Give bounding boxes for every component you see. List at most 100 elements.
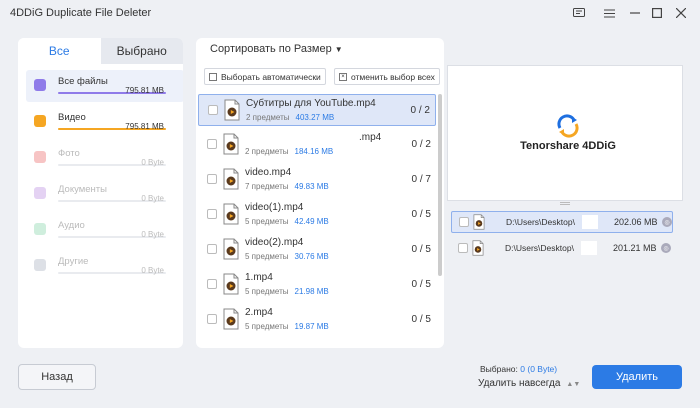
category-size: 0 Byte	[141, 158, 164, 167]
tab-all[interactable]: Все	[18, 38, 101, 64]
category-name: Фото	[58, 148, 80, 159]
auto-select-button[interactable]: Выборать автоматически	[204, 68, 326, 85]
selected-ratio: 0 / 5	[411, 314, 431, 325]
file-list-scrollbar[interactable]	[438, 94, 442, 276]
category-panel: Все Выбрано Все файлы 795.81 MB Видео 795.8…	[18, 38, 183, 348]
photo-icon	[34, 151, 46, 163]
location-icon[interactable]: ◎	[661, 243, 671, 253]
maximize-icon[interactable]	[648, 4, 666, 22]
file-checkbox[interactable]	[207, 174, 217, 184]
file-list-panel: Сортировать по Размер ▼ Выборать автомати…	[196, 38, 444, 348]
category-item-2: Фото 0 Byte	[26, 142, 183, 174]
file-size: 49.83 MB	[294, 182, 329, 191]
file-name: 1.mp4	[245, 272, 273, 283]
deselect-all-button[interactable]: × отменить выбор всех	[334, 68, 440, 85]
category-name: Документы	[58, 184, 107, 195]
title-bar: 4DDiG Duplicate File Deleter	[0, 0, 700, 26]
selected-ratio: 0 / 2	[411, 139, 431, 150]
category-size: 0 Byte	[141, 266, 164, 275]
file-meta: 5 предметы 42.49 MB	[245, 217, 329, 226]
selected-ratio: 0 / 7	[411, 174, 431, 185]
file-size: 21.98 MB	[294, 287, 329, 296]
selected-ratio: 0 / 2	[410, 105, 430, 116]
brand-name: Tenorshare 4DDiG	[520, 140, 616, 152]
category-item-0[interactable]: Все файлы 795.81 MB	[26, 70, 183, 102]
file-row[interactable]: 2.mp4 5 предметы 19.87 MB 0 / 5	[198, 304, 436, 336]
file-size: 42.49 MB	[294, 217, 329, 226]
duplicate-count: 5 предметы	[245, 217, 289, 226]
sort-dropdown[interactable]: Сортировать по Размер ▼	[210, 43, 343, 55]
minimize-icon[interactable]	[626, 4, 644, 22]
path-redaction	[581, 241, 597, 255]
auto-select-label: Выборать автоматически	[221, 71, 321, 82]
video-file-icon	[472, 240, 484, 256]
file-name: 2.mp4	[245, 307, 273, 318]
tenorshare-logo-icon	[557, 114, 579, 138]
delete-button[interactable]: Удалить	[592, 365, 682, 389]
file-row[interactable]: video.mp4 7 предметы 49.83 MB 0 / 7	[198, 164, 436, 196]
file-size: 184.16 MB	[294, 147, 334, 156]
close-icon[interactable]	[672, 4, 690, 22]
category-item-1[interactable]: Видео 795.81 MB	[26, 106, 183, 138]
file-checkbox[interactable]	[207, 279, 217, 289]
file-checkbox[interactable]	[207, 209, 217, 219]
pane-splitter[interactable]	[447, 201, 683, 207]
duplicate-count: 5 предметы	[245, 287, 289, 296]
file-row[interactable]: video(1).mp4 5 предметы 42.49 MB 0 / 5	[198, 199, 436, 231]
duplicate-checkbox[interactable]	[459, 217, 469, 227]
video-file-icon	[223, 308, 239, 330]
folder-icon	[34, 79, 46, 91]
duplicate-count: 5 предметы	[245, 252, 289, 261]
deselect-icon: ×	[339, 72, 347, 81]
file-name: Субтитры для YouTube.mp4	[246, 98, 376, 109]
video-file-icon	[224, 99, 240, 121]
duplicate-row[interactable]: D:\Users\Desktop\ 201.21 MB ◎	[451, 238, 673, 260]
delete-mode-label: Удалить навсегда	[478, 378, 561, 389]
category-size: 0 Byte	[141, 194, 164, 203]
feedback-icon[interactable]	[570, 4, 588, 22]
menu-icon[interactable]	[600, 4, 618, 22]
video-file-icon	[223, 273, 239, 295]
file-checkbox[interactable]	[207, 244, 217, 254]
file-row[interactable]: .mp4 2 предметы 184.16 MB 0 / 2	[198, 129, 436, 161]
chevron-down-icon: ▼	[334, 45, 343, 54]
file-name: video(1).mp4	[245, 202, 304, 213]
file-meta: 2 предметы 403.27 MB	[246, 113, 334, 122]
selected-size: (0 Byte)	[527, 364, 558, 374]
location-icon[interactable]: ◎	[662, 217, 672, 227]
file-name: video(2).mp4	[245, 237, 304, 248]
category-name: Видео	[58, 112, 86, 123]
selected-count: 0	[520, 364, 525, 374]
video-file-icon	[223, 133, 239, 155]
duplicate-count: 2 предметы	[246, 113, 290, 122]
category-size: 0 Byte	[141, 230, 164, 239]
delete-mode-select[interactable]: Удалить навсегда ▲▼	[478, 378, 580, 389]
auto-select-icon	[209, 72, 217, 81]
video-file-icon	[223, 238, 239, 260]
window-title: 4DDiG Duplicate File Deleter	[10, 7, 152, 19]
file-path: D:\Users\Desktop\	[505, 243, 574, 253]
file-checkbox[interactable]	[207, 314, 217, 324]
updown-arrows-icon: ▲▼	[566, 381, 581, 388]
file-row[interactable]: 1.mp4 5 предметы 21.98 MB 0 / 5	[198, 269, 436, 301]
duplicate-checkbox[interactable]	[458, 243, 468, 253]
duplicate-count: 2 предметы	[245, 147, 289, 156]
tab-selected[interactable]: Выбрано	[100, 38, 183, 64]
file-row[interactable]: Субтитры для YouTube.mp4 2 предметы 403.27…	[198, 94, 436, 126]
video-file-icon	[473, 214, 485, 230]
back-button[interactable]: Назад	[18, 364, 96, 390]
file-checkbox[interactable]	[207, 139, 217, 149]
file-meta: 5 предметы 30.76 MB	[245, 252, 329, 261]
file-row[interactable]: video(2).mp4 5 предметы 30.76 MB 0 / 5	[198, 234, 436, 266]
video-icon	[34, 115, 46, 127]
file-checkbox[interactable]	[208, 105, 218, 115]
brand-logo: Tenorshare 4DDiG	[488, 114, 648, 154]
duplicate-row[interactable]: D:\Users\Desktop\ 202.06 MB ◎	[451, 211, 673, 233]
category-item-5: Другие 0 Byte	[26, 250, 183, 282]
selected-prefix: Выбрано:	[480, 364, 521, 374]
preview-pane: Tenorshare 4DDiG	[447, 65, 683, 201]
category-size: 795.81 MB	[125, 86, 164, 95]
selected-ratio: 0 / 5	[411, 279, 431, 290]
selection-summary: Выбрано: 0 (0 Byte)	[480, 364, 557, 374]
sort-label: Сортировать по Размер	[210, 43, 332, 55]
